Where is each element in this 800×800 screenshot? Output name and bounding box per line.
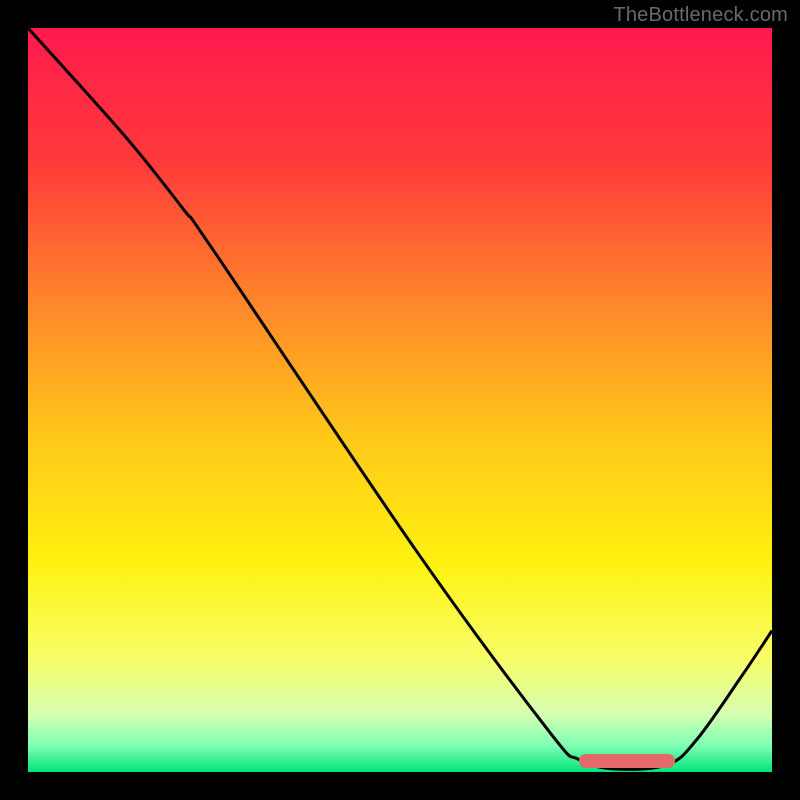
bottleneck-curve bbox=[28, 28, 772, 772]
watermark-text: TheBottleneck.com bbox=[613, 4, 788, 27]
optimal-range-marker bbox=[579, 754, 676, 768]
chart-area bbox=[28, 28, 772, 772]
curve-path bbox=[28, 28, 772, 769]
